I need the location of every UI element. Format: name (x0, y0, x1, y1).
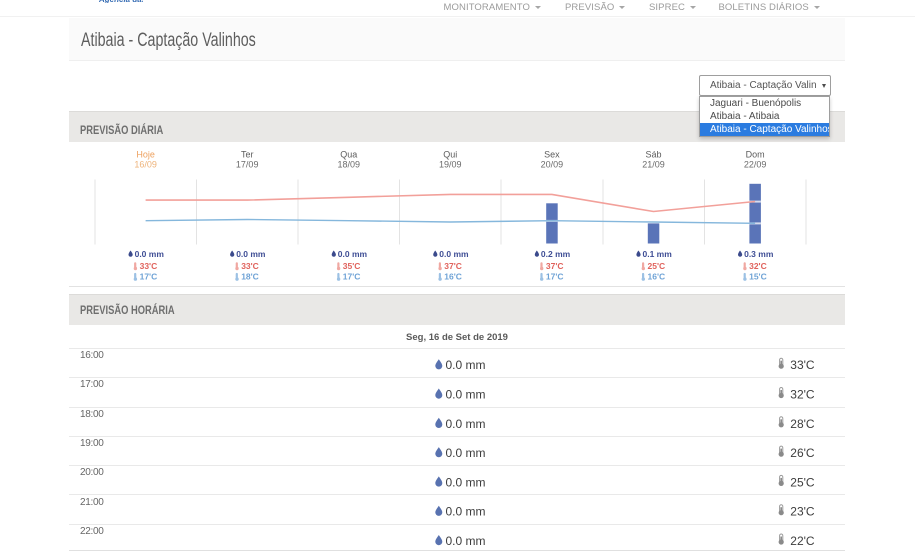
svg-text:0.0 mm: 0.0 mm (338, 249, 368, 259)
svg-text:Dom: Dom (746, 149, 765, 159)
svg-text:0.0 mm: 0.0 mm (446, 417, 486, 431)
svg-text:0.0 mm: 0.0 mm (446, 505, 486, 519)
svg-text:0.1 mm: 0.1 mm (643, 249, 673, 259)
svg-text:0.0 mm: 0.0 mm (446, 388, 486, 402)
svg-text:17/09: 17/09 (236, 160, 259, 170)
svg-text:0.3 mm: 0.3 mm (744, 249, 774, 259)
svg-text:37'C: 37'C (444, 261, 462, 271)
svg-text:17'C: 17'C (546, 271, 564, 281)
svg-text:22'C: 22'C (790, 534, 815, 548)
svg-text:0.0 mm: 0.0 mm (439, 249, 469, 259)
svg-text:0.0 mm: 0.0 mm (135, 249, 165, 259)
svg-text:18'C: 18'C (241, 271, 259, 281)
svg-text:0.2 mm: 0.2 mm (541, 249, 571, 259)
svg-text:20/09: 20/09 (541, 160, 564, 170)
svg-text:18/09: 18/09 (338, 160, 361, 170)
svg-text:19/09: 19/09 (439, 160, 462, 170)
svg-text:0.0 mm: 0.0 mm (446, 446, 486, 460)
svg-text:26'C: 26'C (790, 446, 815, 460)
svg-text:37'C: 37'C (546, 261, 564, 271)
svg-text:0.0 mm: 0.0 mm (446, 475, 486, 489)
svg-text:17'C: 17'C (343, 271, 361, 281)
svg-text:28'C: 28'C (790, 417, 815, 431)
svg-text:35'C: 35'C (343, 261, 361, 271)
svg-text:25'C: 25'C (648, 261, 666, 271)
svg-text:Qui: Qui (443, 149, 457, 159)
svg-text:Hoje: Hoje (136, 149, 155, 159)
svg-text:Ter: Ter (241, 149, 254, 159)
svg-text:32'C: 32'C (790, 388, 815, 402)
svg-text:21/09: 21/09 (642, 160, 665, 170)
svg-text:Sáb: Sáb (645, 149, 661, 159)
svg-text:17'C: 17'C (140, 271, 158, 281)
svg-text:22/09: 22/09 (744, 160, 767, 170)
svg-text:33'C: 33'C (790, 358, 815, 372)
svg-text:23'C: 23'C (790, 505, 815, 519)
svg-text:25'C: 25'C (790, 475, 815, 489)
svg-text:16'C: 16'C (648, 271, 666, 281)
svg-text:0.0 mm: 0.0 mm (446, 358, 486, 372)
svg-text:32'C: 32'C (749, 261, 767, 271)
svg-text:Qua: Qua (340, 149, 357, 159)
svg-text:33'C: 33'C (140, 261, 158, 271)
svg-text:16/09: 16/09 (134, 160, 157, 170)
svg-text:15'C: 15'C (749, 271, 767, 281)
svg-text:0.0 mm: 0.0 mm (236, 249, 266, 259)
svg-text:0.0 mm: 0.0 mm (446, 534, 486, 548)
svg-text:16'C: 16'C (444, 271, 462, 281)
svg-text:33'C: 33'C (241, 261, 259, 271)
svg-text:Sex: Sex (544, 149, 560, 159)
